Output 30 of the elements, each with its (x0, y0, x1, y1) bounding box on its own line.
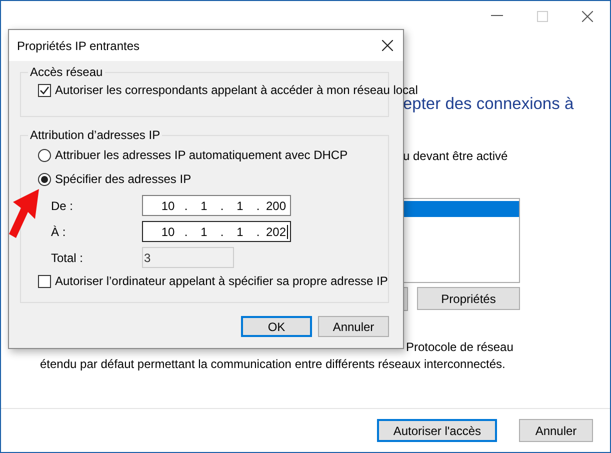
group-title: Attribution d’adresses IP (28, 128, 162, 142)
field-label: De : (50, 198, 74, 212)
checkbox-label: Autoriser l’ordinateur appelant à spécifier sa propre adresse IP (55, 274, 388, 288)
description-line: Protocole de réseau (406, 340, 514, 354)
description-line: étendu par défaut permettant la communication entre différents réseaux interconnectés. (40, 357, 506, 371)
ip-address-field[interactable]: 10 . 1 . 1 . 200 (142, 195, 291, 216)
footer-button[interactable]: Annuler (519, 419, 593, 442)
checkbox[interactable] (38, 84, 51, 96)
dialog-title: Propriétés IP entrantes (17, 38, 140, 52)
radio-label: Spécifier des adresses IP (55, 172, 192, 186)
dialog-button[interactable]: OK (241, 316, 312, 337)
radio-button[interactable] (38, 148, 51, 162)
field-label: Total : (50, 250, 84, 264)
radio-label: Attribuer les adresses IP automatiquement avec DHCP (55, 148, 348, 162)
close-icon[interactable] (382, 40, 393, 51)
field-label: À : (50, 224, 67, 238)
properties-button[interactable]: Propriétés (417, 287, 520, 310)
list-box[interactable] (403, 198, 520, 283)
close-icon[interactable] (582, 10, 593, 22)
radio-button[interactable] (38, 172, 51, 186)
dialog-button[interactable]: Annuler (318, 316, 389, 337)
footer-button[interactable]: Autoriser l'accès (377, 419, 497, 442)
ip-address-field[interactable]: 10 . 1 . 1 . 202 (142, 221, 291, 242)
checkbox[interactable] (38, 274, 51, 288)
group-title: Accès réseau (28, 65, 105, 79)
note-text: u devant être activé (403, 149, 509, 163)
arrow-icon (9, 189, 41, 239)
checkbox-label: Autoriser les correspondants appelant à accéder à mon réseau local (55, 83, 418, 97)
heading: epter des connexions à (403, 95, 575, 114)
minimize-icon[interactable] (491, 15, 503, 17)
